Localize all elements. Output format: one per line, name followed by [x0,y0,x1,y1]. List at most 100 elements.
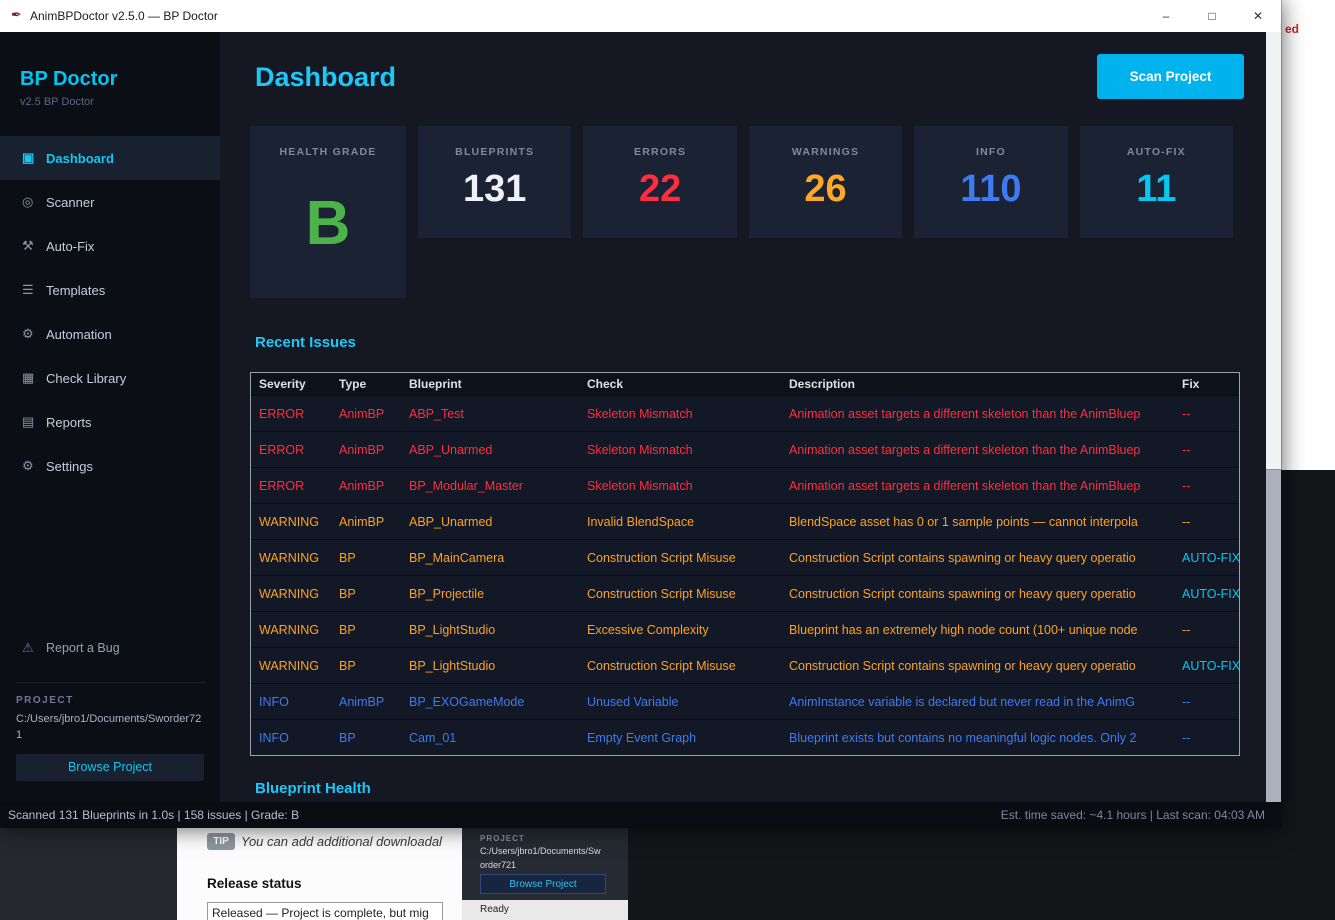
cell-description: Construction Script contains spawning or… [789,586,1136,601]
cell-check: Invalid BlendSpace [587,514,695,529]
cell-severity: INFO [259,730,289,745]
cell-description: Animation asset targets a different skel… [789,442,1141,457]
cell-severity: ERROR [259,478,305,493]
sidebar-item-check-library[interactable]: ▦ Check Library [0,356,220,400]
mini-browse-project-button[interactable]: Browse Project [480,874,606,894]
window-controls: – □ ✕ [1143,0,1281,32]
browse-project-button[interactable]: Browse Project [16,753,204,781]
app-icon: ✒ [11,7,22,22]
health-grade-card: HEALTH GRADE B [250,126,406,298]
cell-severity: WARNING [259,586,319,601]
cell-check: Construction Script Misuse [587,586,736,601]
blueprints-label: BLUEPRINTS [455,146,535,158]
cell-description: Animation asset targets a different skel… [789,478,1141,493]
cell-severity: WARNING [259,550,319,565]
cell-description: Blueprint exists but contains no meaning… [789,730,1137,745]
column-header-check: Check [587,377,624,391]
cell-fix: AUTO-FIX [1182,586,1239,601]
project-block: PROJECT C:/Users/jbro1/Documents/Sworder… [16,682,206,781]
sidebar-item-reports[interactable]: ▤ Reports [0,400,220,444]
reports-icon: ▤ [22,414,35,429]
cell-description: Construction Script contains spawning or… [789,658,1136,673]
brand-version: v2.5 BP Doctor [20,96,94,108]
sidebar-item-label: Settings [46,458,93,474]
background-mini-app-panel: PROJECT C:/Users/jbro1/Documents/Sworder… [462,828,628,920]
cell-type: AnimBP [339,406,385,421]
scan-project-button[interactable]: Scan Project [1097,54,1244,99]
report-a-bug-label: Report a Bug [46,641,120,655]
sidebar-item-scanner[interactable]: ◎ Scanner [0,180,220,224]
dashboard-icon: ▣ [22,150,35,165]
cell-fix: -- [1182,694,1191,709]
cell-blueprint: ABP_Test [409,406,464,421]
cell-fix: AUTO-FIX [1182,658,1239,673]
blueprints-value: 131 [463,168,527,210]
vertical-scrollbar[interactable] [1266,32,1281,802]
table-row[interactable]: ERROR AnimBP BP_Modular_Master Skeleton … [251,467,1239,503]
sidebar-item-dashboard[interactable]: ▣ Dashboard [0,136,220,180]
recent-issues-table: Severity Type Blueprint Check Descriptio… [250,372,1240,756]
cell-type: AnimBP [339,478,385,493]
cell-fix: -- [1182,514,1191,529]
cell-check: Construction Script Misuse [587,658,736,673]
cell-blueprint: BP_Modular_Master [409,478,523,493]
table-row[interactable]: WARNING BP BP_LightStudio Excessive Comp… [251,611,1239,647]
errors-card: ERRORS 22 [583,126,737,238]
background-window-right: ed [1281,0,1335,470]
cell-severity: ERROR [259,442,305,457]
cell-severity: WARNING [259,658,319,673]
background-panel-right [628,828,1335,920]
cell-blueprint: ABP_Unarmed [409,442,493,457]
cell-blueprint: BP_EXOGameMode [409,694,525,709]
sidebar-item-label: Templates [46,282,106,298]
sidebar-item-settings[interactable]: ⚙ Settings [0,444,220,488]
close-button[interactable]: ✕ [1235,0,1281,32]
scrollbar-thumb[interactable] [1266,32,1281,470]
sidebar-item-auto-fix[interactable]: ⚒ Auto-Fix [0,224,220,268]
column-header-description: Description [789,377,856,391]
warnings-label: WARNINGS [791,146,860,158]
settings-icon: ⚙ [22,458,34,473]
title-bar: ✒ AnimBPDoctor v2.5.0 — BP Doctor – □ ✕ [0,0,1281,32]
cell-description: Blueprint has an extremely high node cou… [789,622,1138,637]
background-panel-left [0,828,177,920]
table-row[interactable]: WARNING AnimBP ABP_Unarmed Invalid Blend… [251,503,1239,539]
warnings-value: 26 [804,168,847,210]
report-a-bug-link[interactable]: ⚠ Report a Bug [22,640,120,656]
status-bar: Scanned 131 Blueprints in 1.0s | 158 iss… [0,802,1281,828]
table-row[interactable]: INFO AnimBP BP_EXOGameMode Unused Variab… [251,683,1239,719]
errors-value: 22 [638,168,682,210]
sidebar-item-label: Check Library [46,370,127,386]
mini-status-text: Ready [480,904,509,915]
maximize-button[interactable]: □ [1189,0,1235,32]
window-title: AnimBPDoctor v2.5.0 — BP Doctor [30,9,218,23]
cell-blueprint: Cam_01 [409,730,457,745]
cell-description: Construction Script contains spawning or… [789,550,1136,565]
background-window-bottom: TIP You can add additional downloadal Re… [0,828,1335,920]
sidebar: BP Doctor v2.5 BP Doctor ▣ Dashboard ◎ S… [0,32,220,802]
table-row[interactable]: WARNING BP BP_Projectile Construction Sc… [251,575,1239,611]
check-library-icon: ▦ [22,370,35,385]
cell-description: Animation asset targets a different skel… [789,406,1141,421]
cell-check: Unused Variable [587,694,679,709]
sidebar-item-templates[interactable]: ☰ Templates [0,268,220,312]
warning-triangle-icon: ⚠ [22,640,34,655]
table-row[interactable]: INFO BP Cam_01 Empty Event Graph Bluepri… [251,719,1239,755]
table-row[interactable]: WARNING BP BP_LightStudio Construction S… [251,647,1239,683]
mini-project-label: PROJECT [480,834,525,843]
table-row[interactable]: ERROR AnimBP ABP_Unarmed Skeleton Mismat… [251,431,1239,467]
warnings-card: WARNINGS 26 [748,126,903,238]
table-row[interactable]: ERROR AnimBP ABP_Test Skeleton Mismatch … [251,395,1239,431]
release-status-select[interactable]: Released — Project is complete, but mig [207,902,443,920]
table-header-row: Severity Type Blueprint Check Descriptio… [251,373,1239,395]
cell-check: Skeleton Mismatch [587,478,693,493]
sidebar-item-automation[interactable]: ⚙ Automation [0,312,220,356]
release-status-label: Release status [207,876,302,891]
cell-type: BP [339,730,356,745]
background-text-fragment: ed [1285,22,1300,36]
info-label: INFO [975,146,1006,158]
cell-fix: -- [1182,442,1191,457]
table-row[interactable]: WARNING BP BP_MainCamera Construction Sc… [251,539,1239,575]
column-header-type: Type [339,377,367,391]
minimize-button[interactable]: – [1143,0,1189,32]
